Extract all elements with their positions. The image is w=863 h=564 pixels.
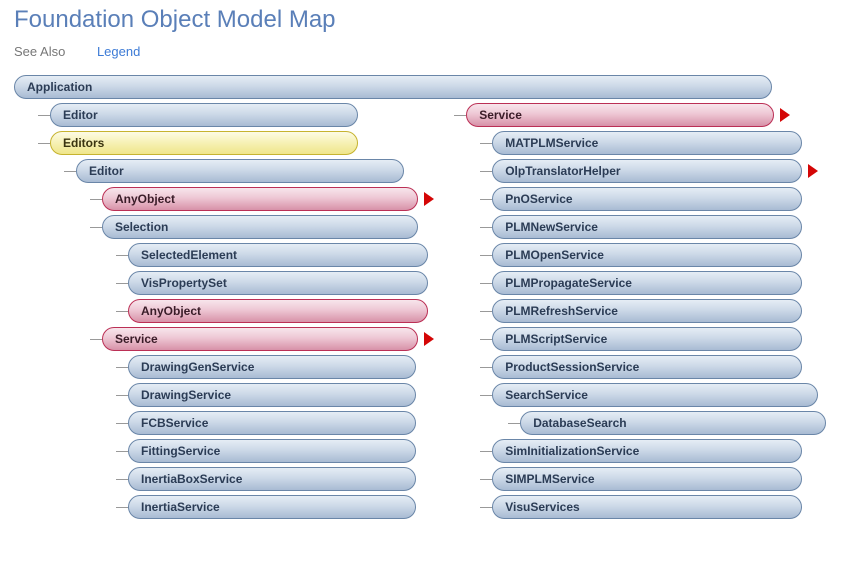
node-plmopen[interactable]: PLMOpenService [492, 243, 802, 267]
node-drawing[interactable]: DrawingService [128, 383, 416, 407]
node-visu[interactable]: VisuServices [492, 495, 802, 519]
node-vispropertyset[interactable]: VisPropertySet [128, 271, 428, 295]
node-fcb[interactable]: FCBService [128, 411, 416, 435]
node-service-left[interactable]: Service [102, 327, 418, 351]
node-fitting[interactable]: FittingService [128, 439, 416, 463]
node-selection[interactable]: Selection [102, 215, 418, 239]
expand-arrow-icon[interactable] [780, 108, 790, 122]
expand-arrow-icon[interactable] [424, 192, 434, 206]
node-matplm[interactable]: MATPLMService [492, 131, 802, 155]
page-title: Foundation Object Model Map [14, 6, 849, 34]
see-also-link[interactable]: See Also [14, 44, 65, 59]
node-plmscript[interactable]: PLMScriptService [492, 327, 802, 351]
node-drawinggen[interactable]: DrawingGenService [128, 355, 416, 379]
node-pno[interactable]: PnOService [492, 187, 802, 211]
node-siminit[interactable]: SimInitializationService [492, 439, 802, 463]
legend-link[interactable]: Legend [97, 44, 140, 59]
node-prodsess[interactable]: ProductSessionService [492, 355, 802, 379]
expand-arrow-icon[interactable] [808, 164, 818, 178]
node-anyobject[interactable]: AnyObject [102, 187, 418, 211]
node-plmrefresh[interactable]: PLMRefreshService [492, 299, 802, 323]
node-inertia[interactable]: InertiaService [128, 495, 416, 519]
expand-arrow-icon[interactable] [424, 332, 434, 346]
node-application[interactable]: Application [14, 75, 772, 99]
node-search[interactable]: SearchService [492, 383, 818, 407]
node-service-right[interactable]: Service [466, 103, 774, 127]
node-inertiabox[interactable]: InertiaBoxService [128, 467, 416, 491]
node-simplm[interactable]: SIMPLMService [492, 467, 802, 491]
node-dbsearch[interactable]: DatabaseSearch [520, 411, 826, 435]
node-editor-child[interactable]: Editor [76, 159, 404, 183]
node-olp[interactable]: OlpTranslatorHelper [492, 159, 802, 183]
node-editors[interactable]: Editors [50, 131, 358, 155]
node-plmprop[interactable]: PLMPropagateService [492, 271, 802, 295]
node-anyobject-sel[interactable]: AnyObject [128, 299, 428, 323]
node-editor[interactable]: Editor [50, 103, 358, 127]
node-plmnew[interactable]: PLMNewService [492, 215, 802, 239]
node-selectedelement[interactable]: SelectedElement [128, 243, 428, 267]
